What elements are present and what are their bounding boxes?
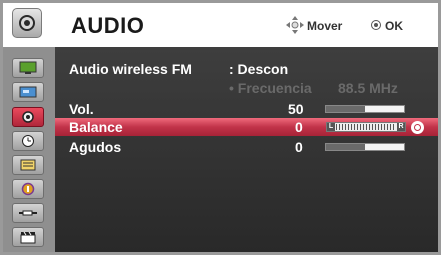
balance-left-label: L xyxy=(327,123,335,131)
balance-slider[interactable]: L R xyxy=(326,122,406,132)
clock-icon xyxy=(22,135,34,147)
menu-header: AUDIO Mover OK xyxy=(3,3,438,47)
volume-slider-fill xyxy=(326,106,365,112)
page-title: AUDIO xyxy=(71,13,145,38)
options-icon xyxy=(20,159,36,171)
audio-icon xyxy=(22,111,34,123)
move-hint: Mover xyxy=(307,19,343,33)
sidebar-item-options[interactable] xyxy=(12,155,44,175)
volume-slider[interactable] xyxy=(325,105,405,113)
speaker-icon xyxy=(12,8,42,38)
sidebar-item-media[interactable] xyxy=(12,227,44,247)
ok-hint: OK xyxy=(385,19,403,33)
sidebar-item-picture[interactable] xyxy=(12,58,44,78)
info-icon xyxy=(21,182,35,196)
wireless-fm-label: Audio wireless FM xyxy=(69,61,192,77)
sidebar-item-screen[interactable] xyxy=(12,82,44,102)
treble-value: 0 xyxy=(295,139,303,155)
balance-label[interactable]: Balance xyxy=(69,119,123,135)
ok-icon xyxy=(371,20,381,30)
input-icon xyxy=(19,210,37,216)
settings-panel: Audio wireless FM : Descon • Frecuencia … xyxy=(55,47,438,252)
move-arrows-icon xyxy=(286,16,304,34)
balance-ticks xyxy=(336,124,394,130)
treble-label[interactable]: Agudos xyxy=(69,139,121,155)
sidebar xyxy=(3,47,55,252)
volume-label[interactable]: Vol. xyxy=(69,101,94,117)
frequency-value: 88.5 MHz xyxy=(338,80,398,96)
clapper-icon xyxy=(20,231,36,244)
frequency-label: • Frecuencia xyxy=(229,80,312,96)
volume-value: 50 xyxy=(288,101,304,117)
selected-indicator-icon xyxy=(411,121,424,134)
wireless-fm-value[interactable]: : Descon xyxy=(229,61,288,77)
balance-right-label: R xyxy=(397,123,405,131)
sidebar-item-input[interactable] xyxy=(12,203,44,223)
balance-value: 0 xyxy=(295,119,303,135)
screen-icon xyxy=(19,86,37,98)
sidebar-item-info[interactable] xyxy=(12,179,44,199)
picture-icon xyxy=(19,61,37,74)
sidebar-item-audio[interactable] xyxy=(12,107,44,127)
treble-slider-fill xyxy=(326,144,365,150)
sidebar-item-time[interactable] xyxy=(12,131,44,151)
treble-slider[interactable] xyxy=(325,143,405,151)
